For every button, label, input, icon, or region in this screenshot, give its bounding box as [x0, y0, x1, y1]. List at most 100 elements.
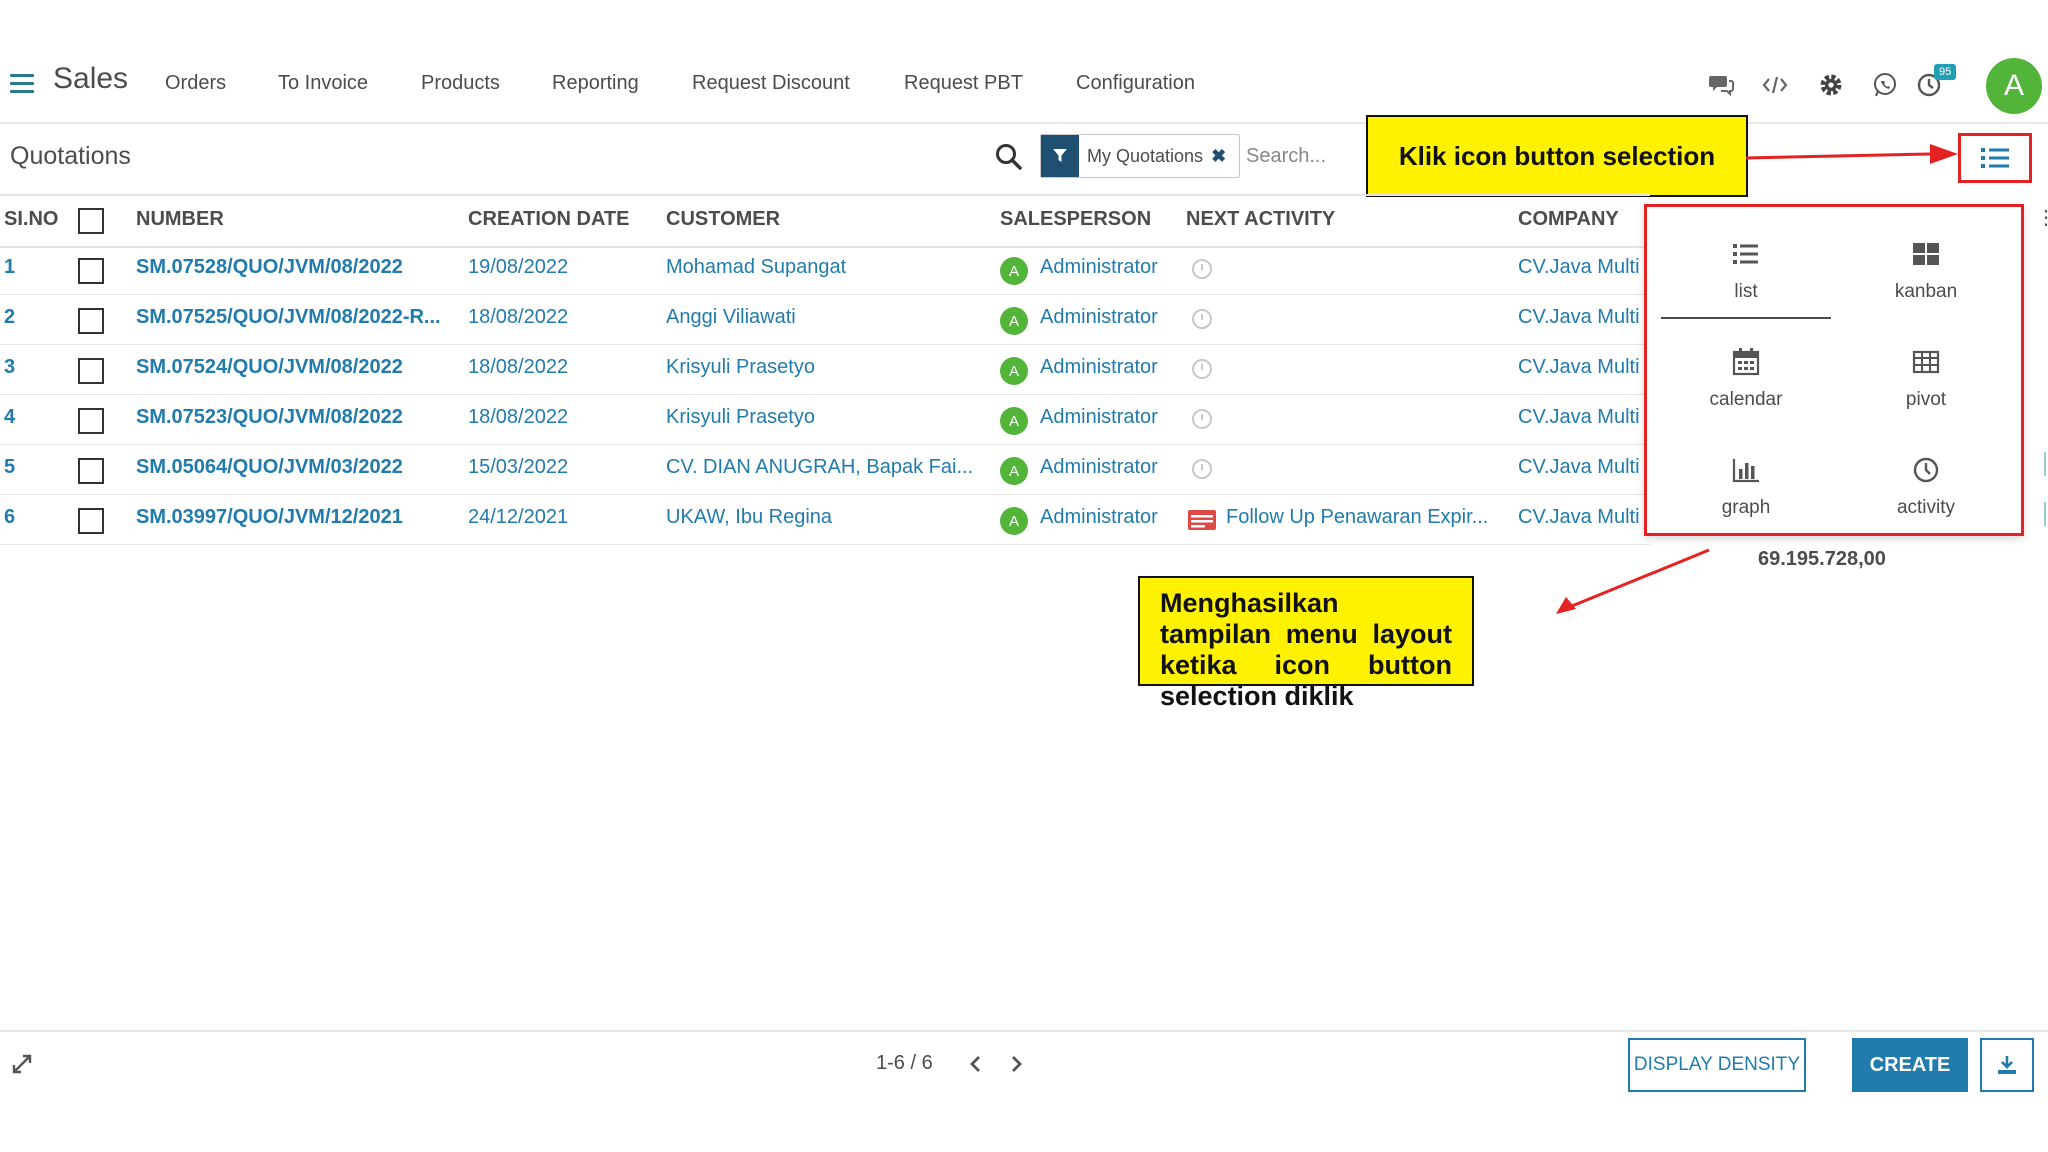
salesperson-avatar: A — [1000, 307, 1028, 335]
page-title: Quotations — [10, 142, 131, 170]
header-next-activity[interactable]: NEXT ACTIVITY — [1186, 208, 1335, 231]
menu-request-discount[interactable]: Request Discount — [692, 72, 850, 95]
kanban-icon — [1913, 243, 1939, 265]
customer-name: Mohamad Supangat — [666, 256, 847, 278]
quotation-number[interactable]: SM.07525/QUO/JVM/08/2022-R... — [136, 306, 456, 329]
row-number: 5 — [4, 456, 16, 478]
quotation-number[interactable]: SM.03997/QUO/JVM/12/2021 — [136, 506, 456, 529]
aggregate-total: 69.195.728,00 — [1758, 548, 1886, 570]
view-option-pivot[interactable]: pivot — [1841, 325, 2011, 425]
company-name: CV.Java Multi — [1518, 456, 1640, 478]
row-number: 4 — [4, 406, 16, 428]
view-option-activity[interactable]: activity — [1841, 433, 2011, 533]
header-si-no[interactable]: SI.NO — [4, 208, 58, 231]
column-options-icon[interactable]: ⋮ — [2036, 205, 2048, 230]
schedule-activity-icon[interactable] — [1192, 409, 1212, 429]
table-row[interactable]: 4 SM.07523/QUO/JVM/08/2022 18/08/2022 Kr… — [0, 394, 1650, 445]
next-activity[interactable]: Follow Up Penawaran Expir... — [1226, 506, 1498, 529]
menu-reporting[interactable]: Reporting — [552, 72, 639, 95]
calendar-icon — [1732, 348, 1760, 376]
facet-label: My Quotations — [1087, 145, 1204, 166]
creation-date: 18/08/2022 — [468, 406, 569, 428]
schedule-activity-icon[interactable] — [1192, 309, 1212, 329]
create-button[interactable]: CREATE — [1852, 1038, 1968, 1092]
menu-request-pbt[interactable]: Request PBT — [904, 72, 1023, 95]
row-checkbox[interactable] — [78, 308, 104, 334]
table-row[interactable]: 5 SM.05064/QUO/JVM/03/2022 15/03/2022 CV… — [0, 444, 1650, 495]
row-checkbox[interactable] — [78, 258, 104, 284]
header-number[interactable]: NUMBER — [136, 208, 224, 231]
cell-edge-marker — [2040, 502, 2046, 526]
company-name: CV.Java Multi — [1518, 306, 1640, 328]
annotation-callout-bottom: Menghasilkan tampilan menu layout ketika… — [1138, 576, 1474, 711]
schedule-activity-icon[interactable] — [1192, 359, 1212, 379]
user-avatar[interactable]: A — [1986, 58, 2042, 114]
pager-previous-icon[interactable] — [960, 1048, 990, 1080]
row-number: 6 — [4, 506, 16, 528]
quotation-number[interactable]: SM.07523/QUO/JVM/08/2022 — [136, 406, 456, 429]
code-icon[interactable] — [1760, 70, 1790, 100]
menu-configuration[interactable]: Configuration — [1076, 72, 1195, 95]
search-icon[interactable] — [994, 142, 1024, 172]
creation-date: 19/08/2022 — [468, 256, 569, 278]
row-checkbox[interactable] — [78, 508, 104, 534]
company-name: CV.Java Multi — [1518, 406, 1640, 428]
menu-orders[interactable]: Orders — [165, 72, 226, 95]
table-row[interactable]: 1 SM.07528/QUO/JVM/08/2022 19/08/2022 Mo… — [0, 244, 1650, 295]
table-header: SI.NO NUMBER CREATION DATE CUSTOMER SALE… — [0, 194, 1650, 248]
search-input[interactable] — [1244, 138, 1358, 174]
salesperson-avatar: A — [1000, 507, 1028, 535]
view-option-graph[interactable]: graph — [1661, 433, 1831, 533]
company-name: CV.Java Multi — [1518, 506, 1640, 528]
gear-icon[interactable] — [1816, 70, 1846, 100]
header-creation-date[interactable]: CREATION DATE — [468, 208, 629, 231]
view-label-calendar: calendar — [1709, 389, 1783, 410]
expand-icon[interactable] — [10, 1052, 34, 1076]
salesperson-name: Administrator — [1040, 406, 1158, 428]
hamburger-menu-icon[interactable] — [10, 74, 34, 94]
header-company[interactable]: COMPANY — [1518, 208, 1619, 231]
download-icon[interactable] — [1980, 1038, 2034, 1092]
view-option-list[interactable]: list — [1661, 217, 1831, 319]
table-row[interactable]: 6 SM.03997/QUO/JVM/12/2021 24/12/2021 UK… — [0, 494, 1650, 545]
graph-icon — [1732, 459, 1759, 483]
overdue-activity-icon[interactable] — [1188, 510, 1216, 530]
whatsapp-icon[interactable] — [1870, 70, 1900, 100]
quotation-number[interactable]: SM.07524/QUO/JVM/08/2022 — [136, 356, 456, 379]
salesperson-avatar: A — [1000, 357, 1028, 385]
search-facet[interactable]: My Quotations ✖ — [1040, 134, 1240, 178]
row-checkbox[interactable] — [78, 458, 104, 484]
quotation-number[interactable]: SM.07528/QUO/JVM/08/2022 — [136, 256, 456, 279]
display-density-button[interactable]: DISPLAY DENSITY — [1628, 1038, 1806, 1092]
header-customer[interactable]: CUSTOMER — [666, 208, 780, 231]
app-title[interactable]: Sales — [53, 62, 128, 96]
customer-name: Krisyuli Prasetyo — [666, 356, 815, 378]
table-row[interactable]: 2 SM.07525/QUO/JVM/08/2022-R... 18/08/20… — [0, 294, 1650, 345]
list-icon — [1733, 244, 1758, 264]
customer-name: CV. DIAN ANUGRAH, Bapak Fai... — [666, 456, 974, 478]
creation-date: 24/12/2021 — [468, 506, 569, 528]
view-option-calendar[interactable]: calendar — [1661, 325, 1831, 425]
schedule-activity-icon[interactable] — [1192, 259, 1212, 279]
header-salesperson[interactable]: SALESPERSON — [1000, 208, 1151, 231]
creation-date: 18/08/2022 — [468, 356, 569, 378]
table-row[interactable]: 3 SM.07524/QUO/JVM/08/2022 18/08/2022 Kr… — [0, 344, 1650, 395]
remove-facet-icon[interactable]: ✖ — [1211, 146, 1226, 167]
salesperson-name: Administrator — [1040, 306, 1158, 328]
select-all-checkbox[interactable] — [78, 208, 104, 234]
chat-icon[interactable] — [1706, 70, 1736, 100]
salesperson-name: Administrator — [1040, 256, 1158, 278]
schedule-activity-icon[interactable] — [1192, 459, 1212, 479]
view-label-kanban: kanban — [1894, 281, 1958, 302]
annotation-arrow-bottom — [1556, 548, 1710, 614]
row-number: 3 — [4, 356, 16, 378]
row-checkbox[interactable] — [78, 408, 104, 434]
row-checkbox[interactable] — [78, 358, 104, 384]
view-switcher-button[interactable] — [1958, 133, 2032, 183]
menu-products[interactable]: Products — [421, 72, 500, 95]
pager-next-icon[interactable] — [1002, 1048, 1032, 1080]
view-option-kanban[interactable]: kanban — [1841, 217, 2011, 317]
quotation-number[interactable]: SM.05064/QUO/JVM/03/2022 — [136, 456, 456, 479]
pager-value[interactable]: 1-6 / 6 — [876, 1052, 933, 1075]
menu-to-invoice[interactable]: To Invoice — [278, 72, 368, 95]
